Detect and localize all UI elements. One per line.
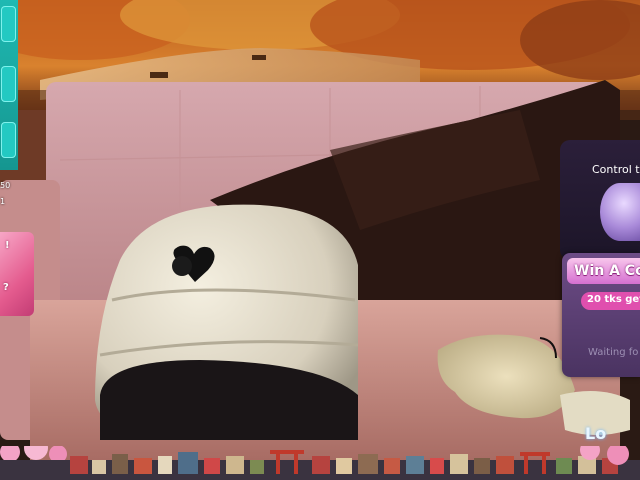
town-buildings	[0, 450, 640, 480]
win-title: Win A Co	[574, 263, 640, 279]
gift-mark-1: !	[5, 240, 10, 251]
left-menu-tile-2[interactable]	[1, 66, 16, 102]
gift-mark-2: ?	[3, 282, 9, 293]
control-title: Control t	[592, 163, 640, 176]
left-stat-bottom: 1	[0, 197, 6, 206]
left-gift-widget[interactable]: ! ?	[0, 232, 34, 316]
heart-balloon-icon	[600, 183, 640, 241]
pixel-town-strip	[0, 446, 640, 480]
waiting-status: Waiting fo	[588, 347, 639, 358]
left-menu-tile-3[interactable]	[1, 122, 16, 158]
tokens-label: 20 tks get	[587, 294, 640, 305]
left-menu-tile-1[interactable]	[1, 6, 16, 42]
brand-logo: Lo	[585, 424, 607, 443]
left-tip-menu-panel[interactable]	[0, 0, 18, 170]
left-stat-top: 50	[0, 181, 11, 190]
webcam-video-frame	[0, 0, 640, 460]
